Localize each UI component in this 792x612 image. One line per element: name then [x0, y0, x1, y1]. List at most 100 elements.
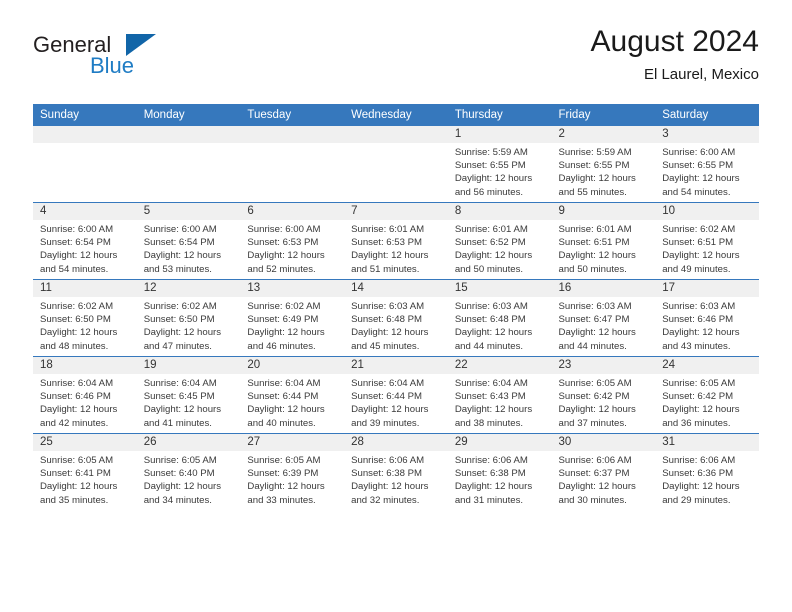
day-details — [33, 143, 137, 146]
day-cell[interactable]: 11 Sunrise: 6:02 AM Sunset: 6:50 PM Dayligh… — [33, 279, 137, 357]
day-cell[interactable]: 24 Sunrise: 6:05 AM Sunset: 6:42 PM Dayligh… — [655, 356, 759, 434]
day-details: Sunrise: 6:03 AM Sunset: 6:48 PM Daylight:… — [344, 297, 448, 353]
day-cell[interactable]: 21 Sunrise: 6:04 AM Sunset: 6:44 PM Dayligh… — [344, 356, 448, 434]
day-details: Sunrise: 6:04 AM Sunset: 6:44 PM Daylight:… — [344, 374, 448, 430]
day-cell[interactable]: 17 Sunrise: 6:03 AM Sunset: 6:46 PM Dayligh… — [655, 279, 759, 357]
daylight-text-line1: Daylight: 12 hours — [662, 173, 740, 185]
daylight-text-line2: and 29 minutes. — [662, 494, 731, 506]
daylight-text-line1: Daylight: 12 hours — [558, 404, 636, 416]
day-cell[interactable] — [136, 126, 241, 203]
day-cell[interactable]: 6 Sunrise: 6:00 AM Sunset: 6:53 PM Daylight… — [240, 202, 345, 280]
day-cell[interactable]: 30 Sunrise: 6:06 AM Sunset: 6:37 PM Dayligh… — [551, 433, 656, 510]
day-details: Sunrise: 5:59 AM Sunset: 6:55 PM Daylight:… — [448, 143, 552, 199]
page-title: August 2024 — [590, 25, 759, 58]
day-number — [136, 126, 241, 143]
day-cell[interactable]: 4 Sunrise: 6:00 AM Sunset: 6:54 PM Daylight… — [33, 202, 137, 280]
calendar-table: Sunday Monday Tuesday Wednesday Thursday… — [33, 104, 759, 510]
sunrise-text: Sunrise: 6:06 AM — [454, 455, 528, 466]
sunset-text: Sunset: 6:50 PM — [143, 314, 215, 326]
day-cell[interactable]: 18 Sunrise: 6:04 AM Sunset: 6:46 PM Dayligh… — [33, 356, 137, 434]
day-details: Sunrise: 6:00 AM Sunset: 6:53 PM Daylight:… — [240, 220, 344, 276]
day-cell[interactable]: 10 Sunrise: 6:02 AM Sunset: 6:51 PM Dayligh… — [655, 202, 759, 280]
day-cell[interactable]: 23 Sunrise: 6:05 AM Sunset: 6:42 PM Dayligh… — [551, 356, 656, 434]
sunset-text: Sunset: 6:42 PM — [662, 391, 734, 403]
day-cell[interactable]: 12 Sunrise: 6:02 AM Sunset: 6:50 PM Dayligh… — [136, 279, 241, 357]
day-cell[interactable]: 9 Sunrise: 6:01 AM Sunset: 6:51 PM Daylight… — [551, 202, 656, 280]
day-cell[interactable]: 15 Sunrise: 6:03 AM Sunset: 6:48 PM Dayligh… — [447, 279, 552, 357]
day-number: 10 — [655, 203, 759, 220]
sunset-text: Sunset: 6:41 PM — [40, 468, 111, 480]
daylight-text-line2: and 53 minutes. — [143, 263, 212, 275]
day-cell[interactable]: 16 Sunrise: 6:03 AM Sunset: 6:47 PM Dayligh… — [551, 279, 656, 357]
sunset-text: Sunset: 6:49 PM — [247, 314, 319, 326]
day-cell[interactable]: 26 Sunrise: 6:05 AM Sunset: 6:40 PM Dayligh… — [136, 433, 241, 510]
calendar-body: 1 Sunrise: 5:59 AM Sunset: 6:55 PM Daylight… — [33, 126, 759, 510]
day-details: Sunrise: 6:04 AM Sunset: 6:46 PM Daylight:… — [33, 374, 137, 430]
sunset-text: Sunset: 6:54 PM — [40, 237, 111, 249]
day-number: 19 — [136, 357, 241, 374]
sunrise-text: Sunrise: 6:00 AM — [662, 147, 736, 158]
day-cell[interactable] — [33, 126, 137, 203]
daylight-text-line2: and 51 minutes. — [351, 263, 420, 275]
day-details: Sunrise: 6:05 AM Sunset: 6:42 PM Daylight:… — [552, 374, 656, 430]
daylight-text-line1: Daylight: 12 hours — [454, 250, 533, 262]
day-cell[interactable]: 7 Sunrise: 6:01 AM Sunset: 6:53 PM Daylight… — [344, 202, 448, 280]
day-cell[interactable]: 25 Sunrise: 6:05 AM Sunset: 6:41 PM Dayligh… — [33, 433, 137, 510]
day-cell[interactable]: 2 Sunrise: 5:59 AM Sunset: 6:55 PM Daylight… — [551, 126, 656, 203]
day-cell[interactable]: 20 Sunrise: 6:04 AM Sunset: 6:44 PM Dayligh… — [240, 356, 345, 434]
day-cell[interactable]: 22 Sunrise: 6:04 AM Sunset: 6:43 PM Dayligh… — [447, 356, 552, 434]
day-details: Sunrise: 6:01 AM Sunset: 6:51 PM Daylight:… — [552, 220, 656, 276]
daylight-text-line2: and 31 minutes. — [454, 494, 524, 506]
day-cell[interactable] — [240, 126, 345, 203]
day-details: Sunrise: 6:05 AM Sunset: 6:39 PM Daylight:… — [240, 451, 344, 507]
daylight-text-line2: and 47 minutes. — [143, 340, 212, 352]
title-block: August 2024 El Laurel, Mexico — [591, 24, 759, 86]
calendar-week-row: 18 Sunrise: 6:04 AM Sunset: 6:46 PM Dayligh… — [33, 356, 759, 434]
day-number: 27 — [240, 434, 345, 451]
day-number: 23 — [551, 357, 656, 374]
sunset-text: Sunset: 6:51 PM — [662, 237, 734, 249]
day-cell[interactable]: 31 Sunrise: 6:06 AM Sunset: 6:36 PM Dayligh… — [655, 433, 759, 510]
day-number: 12 — [136, 280, 241, 297]
sunset-text: Sunset: 6:46 PM — [662, 314, 734, 326]
day-cell[interactable]: 5 Sunrise: 6:00 AM Sunset: 6:54 PM Daylight… — [136, 202, 241, 280]
sunset-text: Sunset: 6:40 PM — [143, 468, 215, 480]
sunset-text: Sunset: 6:55 PM — [454, 160, 526, 172]
sunset-text: Sunset: 6:55 PM — [662, 160, 734, 172]
daylight-text-line1: Daylight: 12 hours — [662, 404, 740, 416]
sunset-text: Sunset: 6:44 PM — [247, 391, 319, 403]
day-cell[interactable]: 3 Sunrise: 6:00 AM Sunset: 6:55 PM Daylight… — [655, 126, 759, 203]
sunrise-text: Sunrise: 6:04 AM — [454, 378, 528, 389]
day-cell[interactable]: 19 Sunrise: 6:04 AM Sunset: 6:45 PM Dayligh… — [136, 356, 241, 434]
day-cell[interactable]: 13 Sunrise: 6:02 AM Sunset: 6:49 PM Dayligh… — [240, 279, 345, 357]
daylight-text-line2: and 50 minutes. — [454, 263, 524, 275]
daylight-text-line2: and 48 minutes. — [40, 340, 109, 352]
daylight-text-line2: and 54 minutes. — [40, 263, 109, 275]
day-cell[interactable] — [344, 126, 448, 203]
day-details: Sunrise: 6:03 AM Sunset: 6:48 PM Daylight:… — [448, 297, 552, 353]
day-cell[interactable]: 27 Sunrise: 6:05 AM Sunset: 6:39 PM Dayligh… — [240, 433, 345, 510]
daylight-text-line2: and 32 minutes. — [351, 494, 420, 506]
day-cell[interactable]: 29 Sunrise: 6:06 AM Sunset: 6:38 PM Dayligh… — [447, 433, 552, 510]
day-cell[interactable]: 14 Sunrise: 6:03 AM Sunset: 6:48 PM Dayligh… — [344, 279, 448, 357]
day-details: Sunrise: 6:02 AM Sunset: 6:50 PM Daylight:… — [137, 297, 241, 353]
sunrise-text: Sunrise: 6:06 AM — [558, 455, 632, 466]
day-details: Sunrise: 6:06 AM Sunset: 6:37 PM Daylight:… — [552, 451, 656, 507]
general-blue-logo[interactable]: General Blue — [33, 32, 163, 88]
weekday-header-sunday: Sunday — [33, 104, 137, 126]
day-cell[interactable]: 1 Sunrise: 5:59 AM Sunset: 6:55 PM Daylight… — [447, 126, 552, 203]
day-details: Sunrise: 6:03 AM Sunset: 6:46 PM Daylight:… — [655, 297, 759, 353]
day-number: 1 — [447, 126, 552, 143]
sunrise-text: Sunrise: 6:04 AM — [351, 378, 425, 389]
day-details: Sunrise: 6:05 AM Sunset: 6:40 PM Daylight:… — [137, 451, 241, 507]
day-number: 13 — [240, 280, 345, 297]
day-cell[interactable]: 8 Sunrise: 6:01 AM Sunset: 6:52 PM Daylight… — [447, 202, 552, 280]
day-cell[interactable]: 28 Sunrise: 6:06 AM Sunset: 6:38 PM Dayligh… — [344, 433, 448, 510]
day-details: Sunrise: 6:01 AM Sunset: 6:53 PM Daylight:… — [344, 220, 448, 276]
day-number: 21 — [344, 357, 448, 374]
sunset-text: Sunset: 6:42 PM — [558, 391, 630, 403]
daylight-text-line2: and 34 minutes. — [143, 494, 212, 506]
day-number: 29 — [447, 434, 552, 451]
day-number: 17 — [655, 280, 759, 297]
day-details: Sunrise: 6:00 AM Sunset: 6:54 PM Daylight:… — [137, 220, 241, 276]
